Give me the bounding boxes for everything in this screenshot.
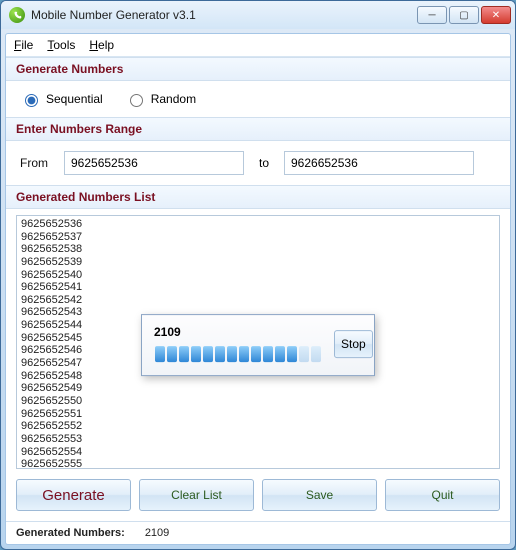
close-button[interactable]: ✕ [481,6,511,24]
progress-chunk [155,346,165,362]
titlebar[interactable]: Mobile Number Generator v3.1 ─ ▢ ✕ [1,1,515,29]
progress-chunk [215,346,225,362]
list-item[interactable]: 9625652552 [21,420,495,433]
save-button[interactable]: Save [262,479,377,511]
maximize-button[interactable]: ▢ [449,6,479,24]
menu-help[interactable]: Help [89,38,114,52]
list-item[interactable]: 9625652539 [21,256,495,269]
progress-chunk [299,346,309,362]
radio-sequential-input[interactable] [25,94,38,107]
radio-sequential-label: Sequential [46,92,103,106]
radio-random-label: Random [151,92,196,106]
list-item[interactable]: 9625652542 [21,294,495,307]
list-item[interactable]: 9625652536 [21,218,495,231]
progress-chunk [275,346,285,362]
menubar: File Tools Help [6,34,510,57]
window-title: Mobile Number Generator v3.1 [31,8,417,22]
progress-chunk [167,346,177,362]
to-input[interactable] [284,151,474,175]
list-item[interactable]: 9625652537 [21,231,495,244]
progress-chunk [203,346,213,362]
list-item[interactable]: 9625652541 [21,281,495,294]
progress-dialog: 2109 Stop [141,314,375,376]
progress-chunk [191,346,201,362]
progress-chunk [263,346,273,362]
statusbar: Generated Numbers: 2109 [6,521,510,544]
generate-button[interactable]: Generate [16,479,131,511]
app-window: Mobile Number Generator v3.1 ─ ▢ ✕ File … [0,0,516,550]
range-row: From to [16,147,500,179]
clear-button[interactable]: Clear List [139,479,254,511]
progress-chunk [179,346,189,362]
list-item[interactable]: 9625652551 [21,408,495,421]
menu-tools[interactable]: Tools [47,38,75,52]
radio-random[interactable]: Random [125,91,196,107]
quit-button[interactable]: Quit [385,479,500,511]
to-label: to [254,156,274,170]
from-label: From [20,156,54,170]
progress-chunk [311,346,321,362]
list-item[interactable]: 9625652553 [21,433,495,446]
section-range-header: Enter Numbers Range [6,117,510,141]
section-list-header: Generated Numbers List [6,185,510,209]
radio-random-input[interactable] [130,94,143,107]
phone-icon [9,7,25,23]
list-item[interactable]: 9625652550 [21,395,495,408]
section-generate-header: Generate Numbers [6,57,510,81]
list-item[interactable]: 9625652554 [21,446,495,459]
stop-button[interactable]: Stop [334,330,373,358]
progress-bar [154,345,322,363]
menu-file[interactable]: File [14,38,33,52]
progress-chunk [227,346,237,362]
mode-radios: Sequential Random [16,87,500,111]
progress-chunk [239,346,249,362]
status-label: Generated Numbers: [16,527,125,539]
list-item[interactable]: 9625652549 [21,382,495,395]
list-item[interactable]: 9625652538 [21,243,495,256]
from-input[interactable] [64,151,244,175]
button-row: Generate Clear List Save Quit [6,469,510,521]
progress-chunk [287,346,297,362]
client-area: File Tools Help Generate Numbers Sequent… [5,33,511,545]
status-value: 2109 [145,527,169,539]
minimize-button[interactable]: ─ [417,6,447,24]
progress-chunk [251,346,261,362]
list-item[interactable]: 9625652555 [21,458,495,469]
progress-count: 2109 [154,325,322,339]
list-item[interactable]: 9625652540 [21,269,495,282]
radio-sequential[interactable]: Sequential [20,91,103,107]
